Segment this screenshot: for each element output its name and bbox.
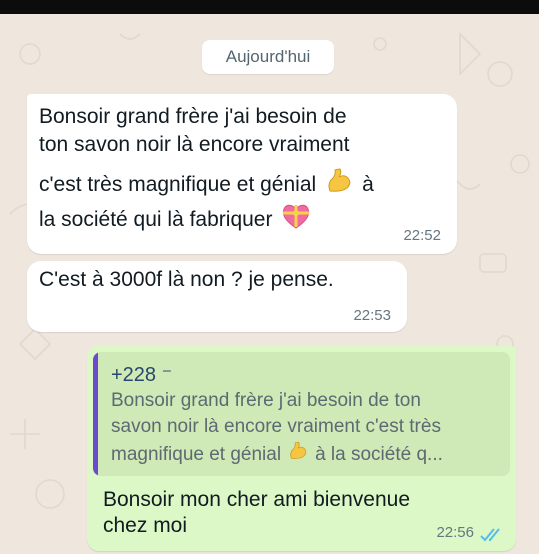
quoted-text-segment: magnifique et génial xyxy=(111,444,282,465)
message-text-line: ton savon noir là encore vraiment xyxy=(39,133,350,156)
quoted-text-line: magnifique et génial à la société q... xyxy=(111,440,443,470)
message-time: 22:56 xyxy=(436,524,474,541)
message-text-line: la société qui là fabriquer xyxy=(39,202,312,238)
message-text-line: Bonsoir mon cher ami bienvenue xyxy=(103,488,411,511)
quoted-sender: +228 ⁻ xyxy=(111,364,173,386)
incoming-message-bubble[interactable]: C'est à 3000f là non ? je pense. 22:53 xyxy=(27,261,407,332)
message-time: 22:53 xyxy=(353,307,391,324)
quoted-text-line: Bonsoir grand frère j'ai besoin de ton xyxy=(111,390,421,411)
message-text-segment: à xyxy=(362,173,374,196)
message-text-line: c'est très magnifique et génial à xyxy=(39,166,374,204)
message-text-line: Bonsoir grand frère j'ai besoin de xyxy=(39,105,347,128)
flexed-biceps-icon xyxy=(324,166,354,204)
message-time: 22:52 xyxy=(403,227,441,244)
message-text-line: C'est à 3000f là non ? je pense. xyxy=(39,268,334,291)
date-divider-chip: Aujourd'hui xyxy=(202,40,334,74)
flexed-biceps-icon xyxy=(287,440,309,470)
top-status-strip xyxy=(0,0,539,14)
incoming-message-bubble[interactable]: Bonsoir grand frère j'ai besoin de ton s… xyxy=(27,94,457,254)
quoted-text-line: savon noir là encore vraiment c'est très xyxy=(111,416,441,437)
message-text-segment: c'est très magnifique et génial xyxy=(39,173,317,196)
message-text-segment: la société qui là fabriquer xyxy=(39,208,273,231)
quoted-message[interactable]: +228 ⁻ Bonsoir grand frère j'ai besoin d… xyxy=(93,352,510,476)
outgoing-message-bubble[interactable]: +228 ⁻ Bonsoir grand frère j'ai besoin d… xyxy=(87,346,516,551)
quoted-text-segment: à la société q... xyxy=(315,444,443,465)
heart-with-ribbon-icon xyxy=(280,202,312,238)
message-text-line: chez moi xyxy=(103,514,188,537)
double-check-read-icon xyxy=(480,528,500,542)
quote-accent-bar xyxy=(93,352,98,476)
